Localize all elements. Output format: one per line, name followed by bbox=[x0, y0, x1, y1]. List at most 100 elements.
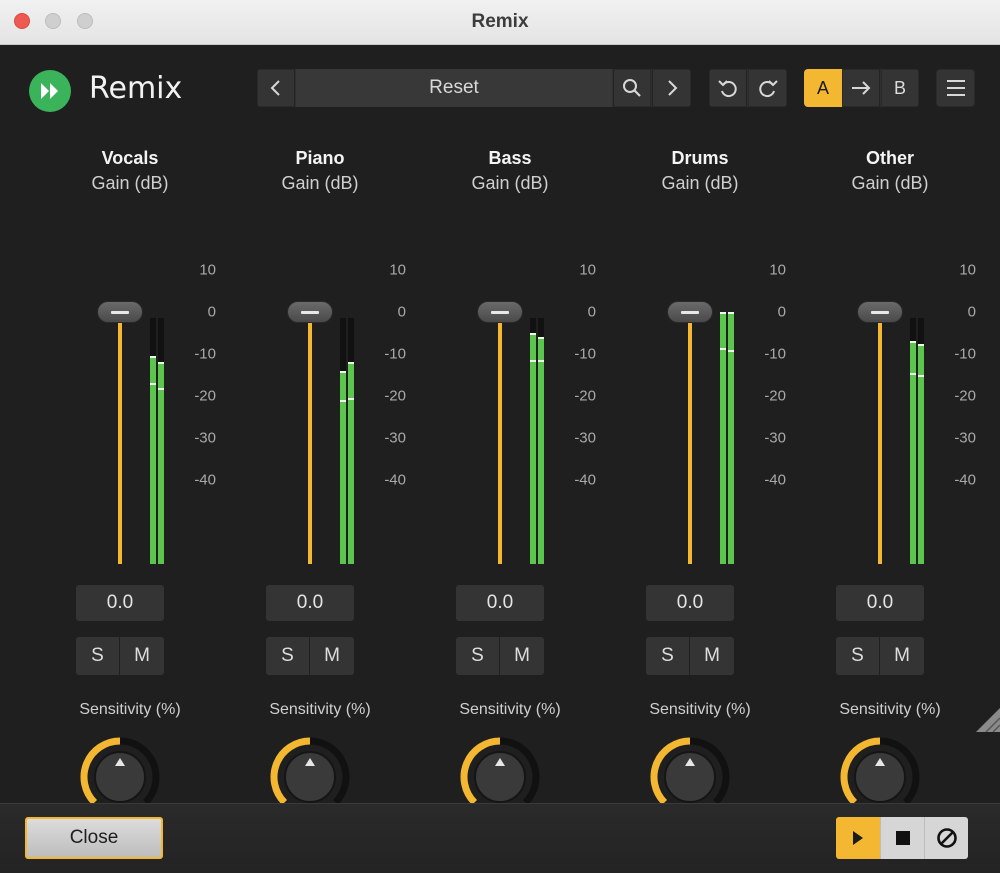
channel-unit-label: Gain (dB) bbox=[91, 173, 169, 193]
mute-button[interactable]: M bbox=[310, 637, 354, 675]
meter-peak-marker bbox=[150, 383, 156, 386]
gain-value-field[interactable]: 0.0 bbox=[646, 585, 734, 621]
redo-button[interactable] bbox=[748, 69, 787, 107]
resize-grip-icon[interactable] bbox=[976, 708, 1000, 732]
scale-tick-label: -20 bbox=[954, 387, 976, 405]
meter-peak-marker bbox=[728, 349, 734, 352]
gain-value-field[interactable]: 0.0 bbox=[266, 585, 354, 621]
gain-fader-handle[interactable] bbox=[477, 301, 523, 323]
sensitivity-label: Sensitivity (%) bbox=[269, 701, 371, 718]
channel-strip: Drums Gain (dB) 10 0 -10 -20 -30 -40 0.0 S M Sensit… bbox=[610, 145, 790, 863]
sensitivity-label: Sensitivity (%) bbox=[459, 701, 561, 718]
mute-button[interactable]: M bbox=[500, 637, 544, 675]
level-meter-left bbox=[910, 318, 916, 564]
ab-a-button[interactable]: A bbox=[804, 69, 842, 107]
solo-button[interactable]: S bbox=[266, 637, 310, 675]
plugin-window: Remix Remix Reset A B Vocals Gain (dB) 1… bbox=[0, 0, 1000, 873]
scale-tick-label: -10 bbox=[764, 345, 786, 363]
stop-button[interactable] bbox=[880, 817, 924, 859]
play-icon bbox=[853, 831, 863, 845]
meter-level-fill bbox=[720, 312, 726, 564]
menu-button[interactable] bbox=[936, 69, 975, 107]
scale-tick-label: -30 bbox=[194, 429, 216, 447]
meter-peak-marker bbox=[348, 398, 354, 401]
gain-fader-track[interactable] bbox=[498, 312, 502, 564]
solo-button[interactable]: S bbox=[456, 637, 500, 675]
gain-value-field[interactable]: 0.0 bbox=[456, 585, 544, 621]
scale-tick-label: -30 bbox=[384, 429, 406, 447]
play-button[interactable] bbox=[836, 817, 880, 859]
gain-fader-handle[interactable] bbox=[857, 301, 903, 323]
solo-mute-group: SM bbox=[836, 637, 924, 675]
mute-button[interactable]: M bbox=[120, 637, 164, 675]
solo-button[interactable]: S bbox=[836, 637, 880, 675]
scale-tick-label: 0 bbox=[587, 303, 596, 321]
meter-peak-marker bbox=[530, 360, 536, 363]
redo-icon bbox=[758, 80, 778, 98]
meter-top-marker bbox=[728, 312, 734, 314]
scale-tick-label: -20 bbox=[574, 387, 596, 405]
channel-name: Other bbox=[865, 148, 914, 168]
sensitivity-label: Sensitivity (%) bbox=[79, 701, 181, 718]
undo-redo-group bbox=[709, 69, 787, 107]
channel-strip: Bass Gain (dB) 10 0 -10 -20 -30 -40 0.0 S M Sensiti… bbox=[420, 145, 600, 863]
solo-button[interactable]: S bbox=[646, 637, 690, 675]
gain-fader-track[interactable] bbox=[688, 312, 692, 564]
meter-level-fill bbox=[538, 337, 544, 564]
window-title: Remix bbox=[471, 11, 529, 32]
scale-tick-label: 10 bbox=[389, 261, 406, 279]
gain-fader-handle[interactable] bbox=[97, 301, 143, 323]
fast-forward-icon bbox=[29, 70, 71, 112]
scale-tick-label: -40 bbox=[574, 471, 596, 489]
gain-fader-track[interactable] bbox=[308, 312, 312, 564]
preset-prev-button[interactable] bbox=[257, 69, 295, 107]
ab-copy-button[interactable] bbox=[842, 69, 880, 107]
meter-peak-marker bbox=[918, 375, 924, 377]
gain-value-field[interactable]: 0.0 bbox=[76, 585, 164, 621]
gain-fader-fill bbox=[688, 312, 692, 564]
solo-mute-group: SM bbox=[76, 637, 164, 675]
gain-fader-track[interactable] bbox=[878, 312, 882, 564]
scale-tick-label: 10 bbox=[579, 261, 596, 279]
meter-level-fill bbox=[158, 362, 164, 564]
solo-button[interactable]: S bbox=[76, 637, 120, 675]
gain-fader-track[interactable] bbox=[118, 312, 122, 564]
preset-name[interactable]: Reset bbox=[296, 69, 612, 107]
preset-next-button[interactable] bbox=[652, 69, 691, 107]
close-button[interactable]: Close bbox=[25, 817, 163, 859]
channel-strip: Vocals Gain (dB) 10 0 -10 -20 -30 -40 0.0 S M Sensi… bbox=[40, 145, 220, 863]
hamburger-menu-icon bbox=[946, 80, 965, 96]
gain-value-field[interactable]: 0.0 bbox=[836, 585, 924, 621]
scale-tick-label: -10 bbox=[954, 345, 976, 363]
meter-peak-marker bbox=[158, 387, 164, 390]
gain-fader-handle[interactable] bbox=[287, 301, 333, 323]
undo-button[interactable] bbox=[709, 69, 747, 107]
meter-top-marker bbox=[538, 337, 544, 340]
level-meter-left bbox=[720, 312, 726, 564]
scale-tick-label: -40 bbox=[764, 471, 786, 489]
level-meter-right bbox=[918, 318, 924, 564]
undo-icon bbox=[718, 80, 737, 98]
gain-fader-handle[interactable] bbox=[667, 301, 713, 323]
mute-button[interactable]: M bbox=[690, 637, 734, 675]
channel-name: Bass bbox=[488, 148, 532, 168]
level-meter-left bbox=[150, 318, 156, 564]
channel-strip: Other Gain (dB) 10 0 -10 -20 -30 -40 0.0 S M Sensit… bbox=[800, 145, 980, 863]
meter-top-marker bbox=[720, 312, 726, 314]
ab-b-button[interactable]: B bbox=[881, 69, 919, 107]
arrow-right-icon bbox=[852, 81, 871, 95]
scale-tick-label: 10 bbox=[769, 261, 786, 279]
bypass-button[interactable] bbox=[924, 817, 968, 859]
meter-level-fill bbox=[150, 356, 156, 564]
solo-mute-group: SM bbox=[456, 637, 544, 675]
plugin-panel: Remix Reset A B Vocals Gain (dB) 10 0 -1… bbox=[0, 45, 1000, 863]
mute-button[interactable]: M bbox=[880, 637, 924, 675]
level-meter-left bbox=[530, 318, 536, 564]
meter-top-marker bbox=[918, 343, 924, 346]
meter-level-fill bbox=[530, 333, 536, 564]
preset-search-button[interactable] bbox=[613, 69, 651, 107]
scale-tick-label: 0 bbox=[397, 303, 406, 321]
scale-tick-label: -10 bbox=[574, 345, 596, 363]
scale-tick-label: -10 bbox=[384, 345, 406, 363]
solo-mute-group: SM bbox=[646, 637, 734, 675]
